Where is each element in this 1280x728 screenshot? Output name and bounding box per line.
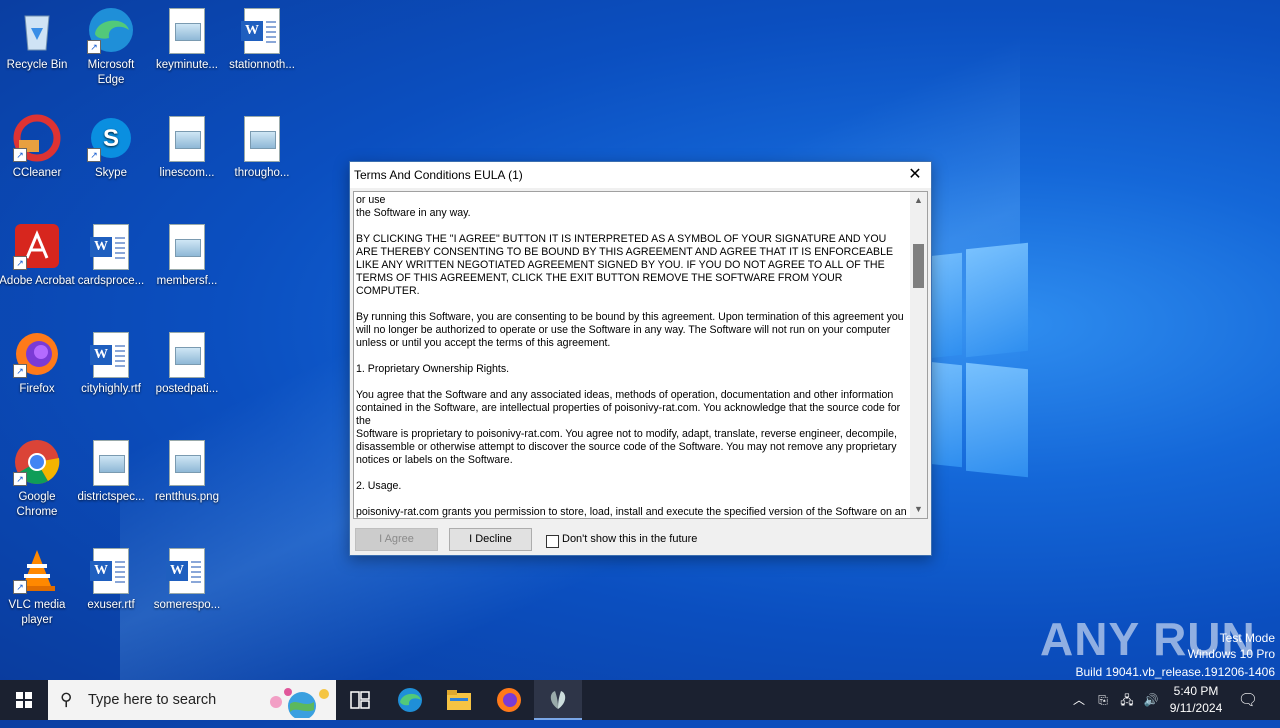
task-view-icon[interactable] — [336, 680, 384, 720]
shortcut-arrow-icon: ↗ — [13, 364, 27, 378]
image-file-icon — [163, 330, 211, 378]
search-placeholder: Type here to search — [88, 692, 217, 708]
edge-icon: ↗ — [87, 6, 135, 54]
taskbar-edge-icon[interactable] — [386, 680, 434, 720]
word-file-icon: W — [87, 222, 135, 270]
dont-show-checkbox-label[interactable]: Don't show this in the future — [562, 533, 697, 545]
desktop-icon-google-chrome[interactable]: ↗ Google Chrome — [0, 432, 75, 520]
desktop-icon-membersf[interactable]: membersf... — [149, 216, 225, 289]
desktop-icon-skype[interactable]: S ↗ Skype — [73, 108, 149, 181]
desktop-icon-districtspec[interactable]: districtspec... — [73, 432, 149, 505]
image-file-icon — [163, 222, 211, 270]
test-mode-label: Test Mode — [1219, 631, 1275, 645]
dialog-titlebar[interactable]: Terms And Conditions EULA (1) ✕ — [350, 162, 931, 188]
image-file-icon — [87, 438, 135, 486]
edition-label: Windows 10 Pro — [1187, 647, 1275, 661]
taskbar-active-app-icon[interactable] — [534, 680, 582, 720]
word-file-icon: W — [238, 6, 286, 54]
notification-center-icon[interactable]: 🗨 — [1234, 680, 1262, 720]
desktop-icon-ccleaner[interactable]: ↗ CCleaner — [0, 108, 75, 181]
taskbar-search-box[interactable]: ⚲ Type here to search — [48, 680, 336, 720]
word-file-icon: W — [87, 546, 135, 594]
taskbar-firefox-icon[interactable] — [485, 680, 533, 720]
desktop-icon-cityhighly[interactable]: W cityhighly.rtf — [73, 324, 149, 397]
dialog-title: Terms And Conditions EULA (1) — [354, 168, 523, 182]
desktop-icon-linescom[interactable]: linescom... — [149, 108, 225, 181]
shortcut-arrow-icon: ↗ — [87, 148, 101, 162]
clock-date: 9/11/2024 — [1169, 701, 1223, 715]
meet-now-icon[interactable]: ⎘ — [1092, 680, 1114, 720]
desktop-icon-througho[interactable]: througho... — [224, 108, 300, 181]
volume-icon[interactable]: 🔊 — [1140, 680, 1162, 720]
shortcut-arrow-icon: ↗ — [87, 40, 101, 54]
windows-start-icon — [16, 692, 32, 708]
image-file-icon — [163, 114, 211, 162]
scroll-up-arrow-icon[interactable]: ▲ — [910, 192, 927, 209]
image-file-icon — [238, 114, 286, 162]
shortcut-arrow-icon: ↗ — [13, 472, 27, 486]
taskbar-clock[interactable]: 5:40 PM 9/11/2024 — [1163, 683, 1229, 717]
word-file-icon: W — [87, 330, 135, 378]
chrome-icon: ↗ — [13, 438, 61, 486]
show-hidden-icons-chevron-icon[interactable]: ︿ — [1068, 680, 1090, 720]
eula-text: or use the Software in any way. BY CLICK… — [356, 194, 907, 518]
desktop-icon-recycle-bin[interactable]: Recycle Bin — [0, 0, 75, 73]
search-highlight-globe-icon — [270, 688, 329, 718]
recycle-bin-icon — [13, 6, 61, 54]
vlc-icon: ↗ — [13, 546, 61, 594]
network-icon[interactable]: 🖧 — [1116, 680, 1138, 720]
desktop-icon-firefox[interactable]: ↗ Firefox — [0, 324, 75, 397]
vertical-scrollbar[interactable]: ▲ ▼ — [910, 191, 928, 519]
scroll-down-arrow-icon[interactable]: ▼ — [910, 501, 927, 518]
svg-text:S: S — [103, 125, 119, 152]
start-button[interactable] — [0, 680, 48, 720]
scrollbar-thumb[interactable] — [913, 244, 924, 288]
image-file-icon — [163, 6, 211, 54]
dont-show-checkbox[interactable] — [546, 535, 559, 548]
shortcut-arrow-icon: ↗ — [13, 256, 27, 270]
close-icon[interactable]: ✕ — [899, 162, 931, 188]
eula-text-box[interactable]: or use the Software in any way. BY CLICK… — [353, 191, 912, 519]
desktop-icon-microsoft-edge[interactable]: ↗ Microsoft Edge — [73, 0, 149, 88]
desktop-icon-rentthus[interactable]: rentthus.png — [149, 432, 225, 505]
desktop-icon-keyminute[interactable]: keyminute... — [149, 0, 225, 73]
desktop-icon-adobe-acrobat[interactable]: ↗ Adobe Acrobat — [0, 216, 75, 289]
desktop-icon-exuser[interactable]: W exuser.rtf — [73, 540, 149, 613]
shortcut-arrow-icon: ↗ — [13, 580, 27, 594]
firefox-icon: ↗ — [13, 330, 61, 378]
search-icon: ⚲ — [60, 690, 73, 710]
acrobat-icon: ↗ — [13, 222, 61, 270]
taskbar: ⚲ Type here to search ︿ ⎘ 🖧 🔊 5:40 PM 9/… — [0, 680, 1280, 720]
decline-button[interactable]: I Decline — [449, 528, 532, 551]
image-file-icon — [163, 438, 211, 486]
desktop-icon-somerespo[interactable]: W somerespo... — [149, 540, 225, 613]
agree-button[interactable]: I Agree — [355, 528, 438, 551]
build-label: Build 19041.vb_release.191206-1406 — [1075, 665, 1276, 679]
word-file-icon: W — [163, 546, 211, 594]
eula-dialog: Terms And Conditions EULA (1) ✕ or use t… — [349, 161, 932, 556]
desktop-icon-postedpati[interactable]: postedpati... — [149, 324, 225, 397]
desktop-icon-stationnoth[interactable]: W stationnoth... — [224, 0, 300, 73]
skype-icon: S ↗ — [87, 114, 135, 162]
ccleaner-icon: ↗ — [13, 114, 61, 162]
clock-time: 5:40 PM — [1173, 684, 1219, 698]
shortcut-arrow-icon: ↗ — [13, 148, 27, 162]
desktop-icon-cardsproce[interactable]: W cardsproce... — [73, 216, 149, 289]
desktop-icon-vlc[interactable]: ↗ VLC media player — [0, 540, 75, 628]
taskbar-file-explorer-icon[interactable] — [435, 680, 483, 720]
